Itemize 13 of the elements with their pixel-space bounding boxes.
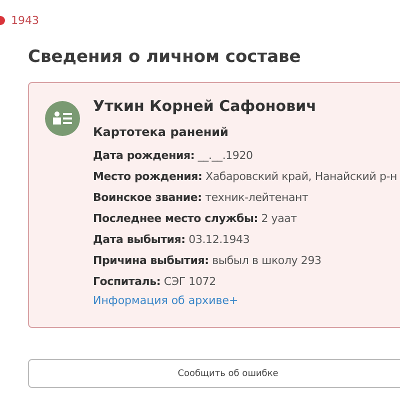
record-field: Дата рождения: __.__.1920 (93, 145, 397, 166)
record-field: Госпиталь: СЭГ 1072 (93, 271, 397, 292)
source-label: Картотека ранений (93, 125, 230, 139)
report-error-button[interactable]: Сообщить об ошибке (28, 359, 400, 388)
person-name: Уткин Корней Сафонович (93, 97, 318, 115)
person-list-icon (45, 101, 80, 136)
year-label: 1943 (11, 14, 39, 27)
record-field: Место рождения: Хабаровский край, Нанайский р-н (93, 166, 397, 187)
record-field: Воинское звание: техник-лейтенант (93, 187, 397, 208)
section-title: Сведения о личном составе (28, 47, 302, 67)
record-field: Последнее место службы: 2 уаат (93, 208, 397, 229)
record-field: Дата выбытия: 03.12.1943 (93, 229, 397, 250)
record-field: Причина выбытия: выбыл в школу 293 (93, 250, 397, 271)
